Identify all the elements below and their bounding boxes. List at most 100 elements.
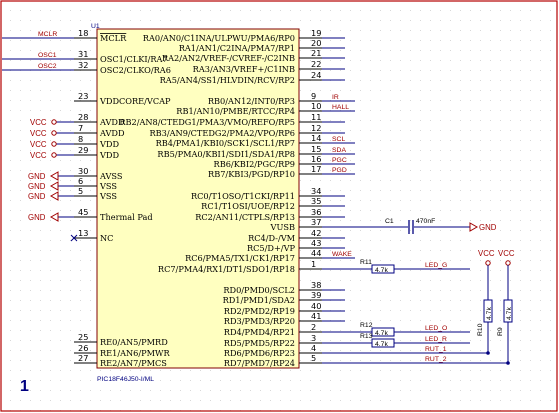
net-label: SCL	[332, 136, 345, 143]
cap-ref: C1	[385, 218, 394, 225]
pin-number: 18	[78, 28, 88, 38]
pin-name: VDD	[99, 139, 119, 149]
pin-number: 35	[311, 196, 321, 206]
schematic-canvas: U1 PIC18F46J50-I/ML 1 18 MCLR MCLR 31 OSC1/C…	[0, 0, 559, 413]
pin-name: VSS	[99, 191, 117, 201]
pin-name: RC1/T1OSI/UOE/RP12	[201, 201, 295, 211]
res-value: 4.7k	[506, 307, 513, 320]
pin-number: 14	[311, 133, 321, 143]
pin-number: 45	[78, 207, 88, 217]
net-label: WAKE	[332, 251, 352, 258]
pin-name: RD5/PMD5/RP22	[224, 338, 295, 348]
gnd-label: GND	[28, 213, 46, 222]
pin-number: 24	[311, 70, 321, 80]
pin-number: 42	[311, 228, 321, 238]
res-value: 4.7k	[375, 330, 388, 337]
pin-number: 16	[311, 154, 321, 164]
pin-number: 36	[311, 207, 321, 217]
junction-dot	[506, 361, 510, 365]
pin-name: RC2/AN11/CTPLS/RP13	[195, 212, 295, 222]
pin-name: VDDCORE/VCAP	[99, 96, 171, 106]
net-label: OSC1	[38, 52, 57, 59]
pin-number: 44	[311, 248, 321, 258]
pin-number: 5	[311, 353, 316, 363]
pin-number: 27	[78, 353, 88, 363]
vcc-label: VCC	[30, 129, 47, 138]
pin-name: RD4/PMD4/RP21	[224, 327, 295, 337]
pin-number: 5	[78, 186, 83, 196]
pin-number: 28	[78, 112, 88, 122]
pin-name: Thermal Pad	[100, 212, 153, 222]
pin-number: 15	[311, 144, 321, 154]
net-label: IR	[332, 94, 339, 101]
pin-number: 22	[311, 59, 321, 69]
pin-name: RB7/KBI3/PGD/RP10	[208, 169, 295, 179]
pin-name: RB3/AN9/CTEDG2/PMA2/VPO/RP6	[149, 128, 295, 138]
pin-name: RA5/AN4/SS1/HLVDIN/RCV/RP2	[160, 75, 295, 85]
vcc-label: VCC	[478, 249, 495, 258]
res-ref: R11	[360, 259, 372, 266]
pin-name: RB4/PMA1/KBI0/SCK1/SCL1/RP7	[156, 138, 295, 148]
pin-number: 23	[78, 91, 88, 101]
pin-number: 37	[311, 217, 321, 227]
res-value: 4.7k	[486, 307, 493, 320]
pin-name: RB2/AN8/CTEDG1/PMA3/VMO/REFO/RP5	[119, 117, 295, 127]
pin-name: RD6/PMD6/RP23	[224, 348, 295, 358]
pin-number: 29	[78, 145, 88, 155]
pin-name: OSC1/CLKI/RA7	[100, 54, 168, 64]
pin-name: RE2/AN7/PMCS	[100, 358, 167, 368]
vcc-label: VCC	[30, 140, 47, 149]
junction-dot	[486, 351, 490, 355]
res-value: 4.7k	[375, 267, 388, 274]
pin-name: RC0/T1OSO/T1CKI/RP11	[191, 191, 295, 201]
pin-number: 26	[78, 343, 88, 353]
vcc-label: VCC	[30, 118, 47, 127]
vcc-label: VCC	[30, 151, 47, 160]
pin-number: 39	[311, 290, 321, 300]
pin-number: 8	[78, 134, 83, 144]
res-value: 4.7k	[375, 341, 388, 348]
gnd-label: GND	[28, 182, 46, 191]
pin-name: NC	[100, 233, 113, 243]
pin-name: RA3/AN3/VREF+/C1INB	[193, 64, 295, 74]
cap-value: 470nF	[416, 218, 435, 225]
net-label: HALL	[332, 104, 349, 111]
pin-number: 21	[311, 48, 321, 58]
pin-number: 9	[311, 91, 316, 101]
gnd-label: GND	[479, 223, 497, 232]
net-label: OSC2	[38, 63, 57, 70]
pin-number: 25	[78, 332, 88, 342]
pin-number: 11	[311, 112, 321, 122]
pin-name: AVDD	[99, 128, 125, 138]
pin-number: 20	[311, 38, 321, 48]
pin-name: VSS	[99, 181, 117, 191]
pin-name: OSC2/CLKO/RA6	[100, 65, 171, 75]
pin-name: RC6/PMA5/TX1/CK1/RP17	[185, 253, 295, 263]
pin-number: 1	[311, 259, 316, 269]
net-label: LED_G	[425, 262, 447, 269]
res-ref: R9	[497, 327, 504, 336]
res-ref: R12	[360, 322, 373, 329]
pin-number: 31	[78, 49, 88, 59]
pin-number: 17	[311, 164, 321, 174]
vcc-label: VCC	[498, 249, 515, 258]
pin-number: 32	[78, 60, 88, 70]
pin-number: 3	[311, 333, 316, 343]
pin-name: VUSB	[270, 222, 295, 232]
net-label: PGC	[332, 157, 347, 164]
pin-name: RD3/PMD3/RP20	[224, 316, 295, 326]
pin-name: RD1/PMD1/SDA2	[223, 295, 295, 305]
pin-name: RB0/AN12/INT0/RP3	[208, 96, 295, 106]
pin-name: RB6/KBI2/PGC/RP9	[214, 159, 295, 169]
net-label: SDA	[332, 147, 346, 154]
net-label: RUT_2	[425, 356, 447, 363]
pin-number: 30	[78, 166, 88, 176]
pin-number: 13	[78, 228, 88, 238]
pin-name: RD0/PMD0/SCL2	[223, 285, 295, 295]
pin-name: RA2/AN2/VREF-/CVREF-/C2INB	[162, 53, 295, 63]
pin-name: RE1/AN6/PMWR	[100, 348, 170, 358]
pin-name: RA0/AN0/C1INA/ULPWU/PMA6/RP0	[143, 33, 295, 43]
pin-name: AVSS	[99, 171, 123, 181]
pin-number: 41	[311, 311, 321, 321]
res-ref: R10	[477, 323, 484, 336]
